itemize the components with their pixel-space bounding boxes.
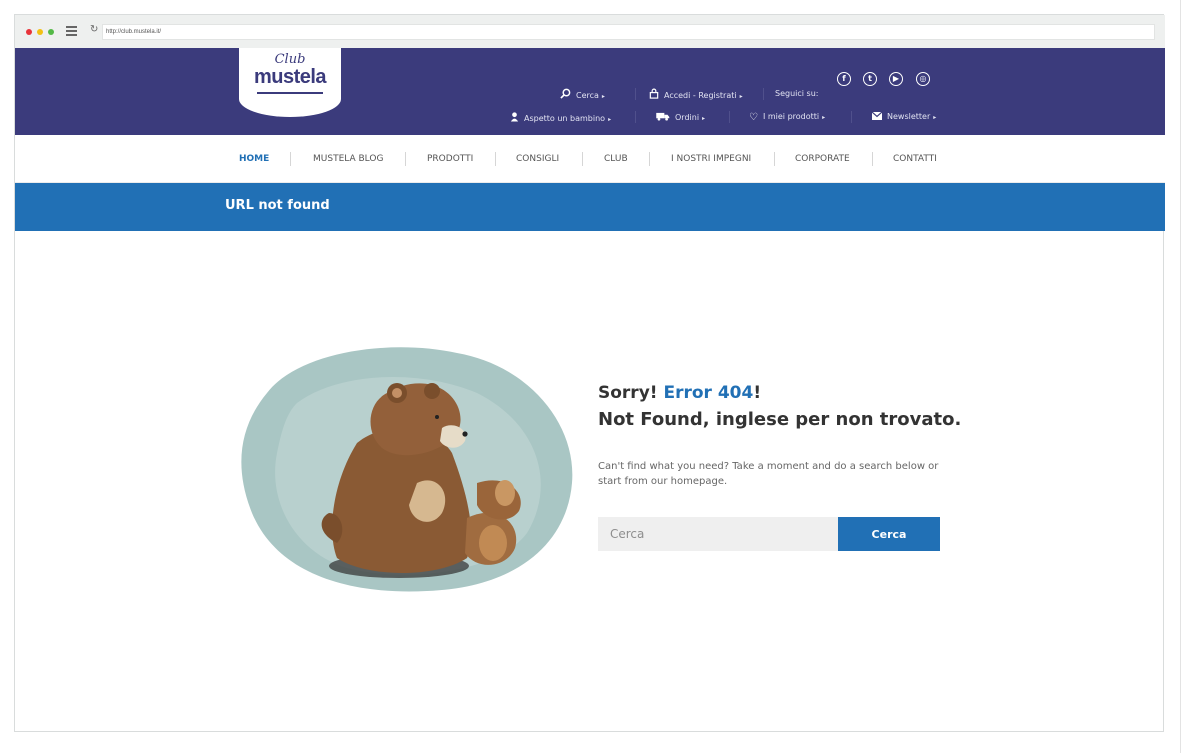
nav-separator xyxy=(290,152,291,166)
header-search-label: Cerca xyxy=(576,91,599,100)
chevron-right-icon: ▸ xyxy=(601,93,605,100)
club-mustela-logo[interactable]: Club mustela xyxy=(239,48,341,117)
header-separator xyxy=(635,88,636,100)
nav-separator xyxy=(649,152,650,166)
browser-toolbar: ↻ http://club.mustela.it/ xyxy=(15,15,1165,48)
header-search-link[interactable]: Cerca ▸ xyxy=(560,88,605,102)
follow-us-label: Seguici su: xyxy=(775,89,819,98)
logo-club-text: Club xyxy=(274,52,306,67)
facebook-icon[interactable]: f xyxy=(837,72,851,86)
browser-window: ↻ http://club.mustela.it/ Club mustela C… xyxy=(14,14,1165,732)
nav-item-mustela-blog[interactable]: MUSTELA BLOG xyxy=(313,154,383,164)
page-title: URL not found xyxy=(225,198,330,213)
page-title-banner: URL not found xyxy=(15,183,1165,231)
header-separator xyxy=(763,88,764,100)
nav-separator xyxy=(405,152,406,166)
search-input[interactable] xyxy=(598,517,838,551)
reload-icon[interactable]: ↻ xyxy=(90,24,98,35)
minimize-window-button[interactable] xyxy=(37,29,43,35)
chevron-right-icon: ▸ xyxy=(933,114,937,121)
nav-item-home[interactable]: HOME xyxy=(239,154,269,164)
header-separator xyxy=(851,111,852,123)
header-orders-link[interactable]: Ordini ▸ xyxy=(656,112,705,124)
header-my-products-label: I miei prodotti xyxy=(762,112,820,121)
header-orders-label: Ordini xyxy=(675,113,700,122)
nav-separator xyxy=(495,152,496,166)
header-expecting-link[interactable]: Aspetto un bambino ▸ xyxy=(510,112,611,125)
logo-name-text: mustela xyxy=(253,66,327,88)
nav-item-corporate[interactable]: CORPORATE xyxy=(795,154,850,164)
chevron-right-icon: ▸ xyxy=(608,116,612,123)
nav-separator xyxy=(774,152,775,166)
main-navigation: HOME MUSTELA BLOG PRODOTTI CONSIGLI CLUB… xyxy=(15,135,1165,183)
address-bar[interactable]: http://club.mustela.it/ xyxy=(102,24,1155,40)
chevron-right-icon: ▸ xyxy=(702,115,706,122)
error-heading: Sorry! Error 404! xyxy=(598,383,761,403)
error-subtitle: Not Found, inglese per non trovato. xyxy=(598,409,962,430)
nav-item-club[interactable]: CLUB xyxy=(604,154,628,164)
youtube-icon[interactable]: ▶ xyxy=(889,72,903,86)
header-newsletter-label: Newsletter xyxy=(887,112,931,121)
search-icon xyxy=(560,88,571,102)
bear-illustration xyxy=(241,347,573,592)
chevron-right-icon: ▸ xyxy=(739,93,743,100)
header-my-products-link[interactable]: ♡ I miei prodotti ▸ xyxy=(749,112,825,123)
baby-icon xyxy=(510,112,519,125)
scrollbar[interactable] xyxy=(1180,0,1181,753)
site-header: Club mustela Cerca ▸ Accedi - Registrati ▸… xyxy=(15,48,1165,135)
header-login-link[interactable]: Accedi - Registrati ▸ xyxy=(649,88,743,102)
truck-icon xyxy=(656,112,670,124)
heart-icon: ♡ xyxy=(749,112,758,123)
close-window-button[interactable] xyxy=(26,29,32,35)
chevron-right-icon: ▸ xyxy=(822,114,826,121)
error-description: Can't find what you need? Take a moment … xyxy=(598,461,939,487)
header-expecting-label: Aspetto un bambino xyxy=(524,114,606,123)
header-login-label: Accedi - Registrati xyxy=(664,91,737,100)
envelope-icon xyxy=(871,111,883,123)
search-button[interactable]: Cerca xyxy=(838,517,940,551)
nav-separator xyxy=(582,152,583,166)
menu-icon[interactable] xyxy=(66,26,77,36)
nav-item-prodotti[interactable]: PRODOTTI xyxy=(427,154,473,164)
twitter-icon[interactable]: t xyxy=(863,72,877,86)
error-exclamation: ! xyxy=(753,383,762,403)
header-separator xyxy=(729,111,730,123)
error-sorry-text: Sorry! xyxy=(598,383,658,403)
header-newsletter-link[interactable]: Newsletter ▸ xyxy=(871,111,937,123)
error-code: Error 404 xyxy=(663,383,754,403)
header-separator xyxy=(635,111,636,123)
lock-icon xyxy=(649,88,659,102)
logo-underline xyxy=(257,92,323,94)
maximize-window-button[interactable] xyxy=(48,29,54,35)
nav-item-contatti[interactable]: CONTATTI xyxy=(893,154,937,164)
nav-item-consigli[interactable]: CONSIGLI xyxy=(516,154,559,164)
nav-item-i-nostri-impegni[interactable]: I NOSTRI IMPEGNI xyxy=(671,154,751,164)
instagram-icon[interactable]: ◎ xyxy=(916,72,930,86)
nav-separator xyxy=(872,152,873,166)
